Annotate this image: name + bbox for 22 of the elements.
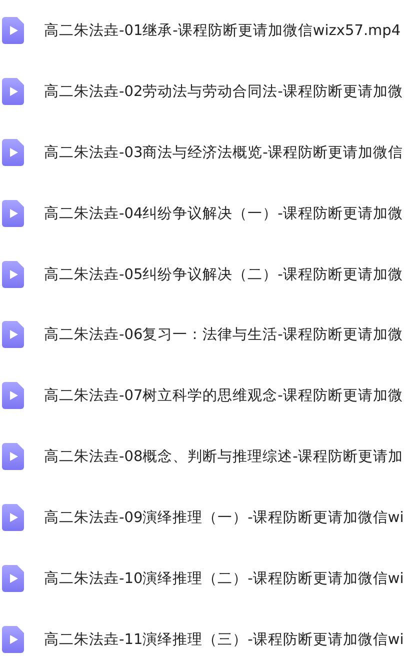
file-name[interactable]: 高二朱法垚-07树立科学的思维观念-课程防断更请加微 <box>44 386 403 406</box>
file-name[interactable]: 高二朱法垚-06复习一：法律与生活-课程防断更请加微 <box>44 325 403 344</box>
video-file-icon <box>2 443 24 470</box>
video-file-icon <box>2 260 24 288</box>
file-name[interactable]: 高二朱法垚-09演绎推理（一）-课程防断更请加微信wi <box>44 508 404 528</box>
file-name[interactable]: 高二朱法垚-02劳动法与劳动合同法-课程防断更请加微 <box>44 82 403 101</box>
file-name[interactable]: 高二朱法垚-04纠纷争议解决（一）-课程防断更请加微 <box>44 204 403 223</box>
file-name[interactable]: 高二朱法垚-01继承-课程防断更请加微信wizx57.mp4 <box>44 20 401 40</box>
file-name[interactable]: 高二朱法垚-10演绎推理（二）-课程防断更请加微信wi <box>44 569 404 588</box>
video-file-icon <box>2 504 24 532</box>
file-name[interactable]: 高二朱法垚-11演绎推理（三）-课程防断更请加微信wi <box>44 630 404 650</box>
video-file-icon <box>2 16 24 44</box>
file-name[interactable]: 高二朱法垚-05纠纷争议解决（二）-课程防断更请加微 <box>44 264 403 284</box>
video-file-icon <box>2 138 24 166</box>
file-name[interactable]: 高二朱法垚-08概念、判断与推理综述-课程防断更请加 <box>44 447 403 466</box>
video-file-icon <box>2 321 24 348</box>
video-file-icon <box>2 565 24 592</box>
video-file-icon <box>2 200 24 227</box>
video-file-icon <box>2 78 24 105</box>
file-name[interactable]: 高二朱法垚-03商法与经济法概览-课程防断更请加微信 <box>44 142 403 162</box>
video-file-icon <box>2 382 24 410</box>
video-file-icon <box>2 626 24 654</box>
